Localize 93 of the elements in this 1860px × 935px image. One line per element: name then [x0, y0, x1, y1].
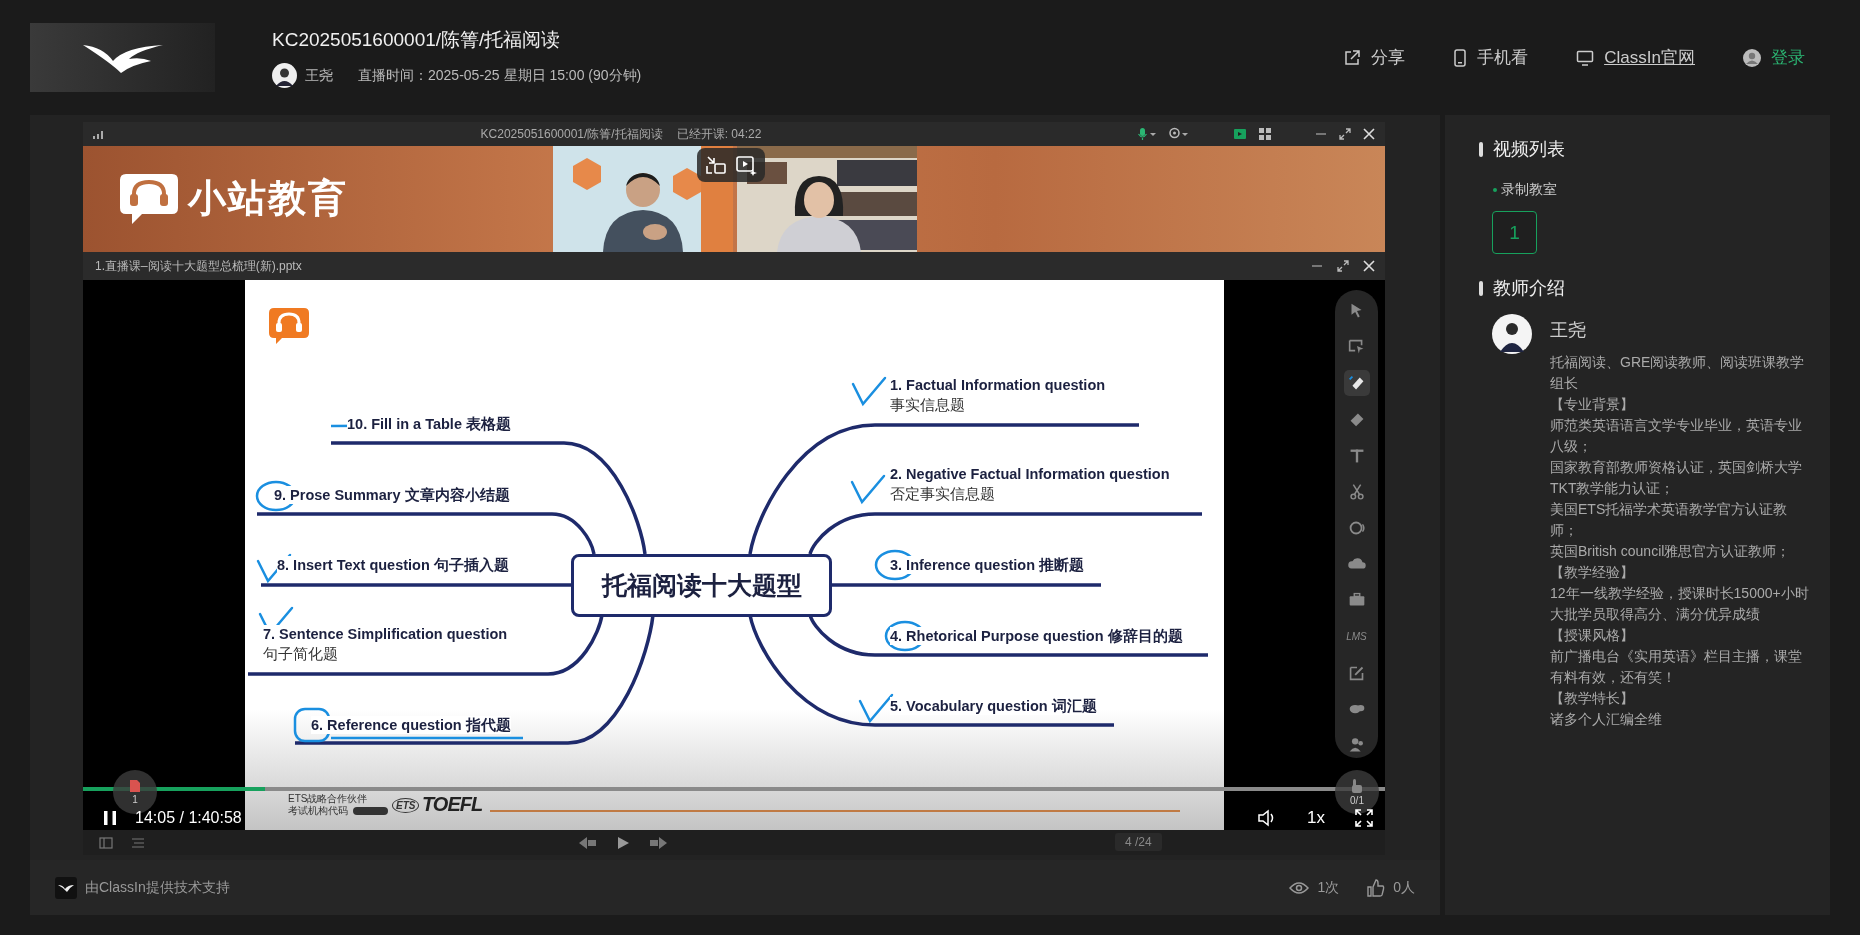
- bio-line: 英国British council雅思官方认证教师；: [1550, 542, 1792, 561]
- mobile-link[interactable]: 手机看: [1477, 46, 1529, 69]
- elapsed-time: 已经开课: 04:22: [676, 125, 762, 143]
- branch-label: 句子简化题: [263, 645, 338, 663]
- code-label: 考试机构代码: [288, 805, 348, 816]
- check-mark-drawing: [851, 376, 887, 407]
- course-title: KC2025051600001/陈箐/托福阅读: [272, 28, 562, 52]
- headset-logo-icon: [268, 307, 310, 345]
- room-label: 录制教室: [1501, 181, 1557, 199]
- credit-text: 由ClassIn提供技术支持: [85, 878, 230, 897]
- branch-label: 7. Sentence Simplification question: [263, 625, 508, 643]
- webcam-icon[interactable]: [1169, 127, 1189, 141]
- document-icon: [129, 779, 141, 793]
- video-part-button[interactable]: 1: [1492, 211, 1537, 254]
- signal-icon: [93, 129, 105, 139]
- branch-label: 事实信息题: [890, 396, 965, 414]
- exam-logo: TOEFL: [422, 793, 483, 815]
- bio-line: 诸多个人汇编全维: [1550, 710, 1663, 729]
- pause-icon: [103, 810, 117, 826]
- check-mark-drawing: [850, 474, 886, 505]
- bio-line: 12年一线教学经验，授课时长15000+小时: [1550, 584, 1810, 603]
- classin-logo-icon: [55, 876, 77, 899]
- branch-label: 5. Vocabulary question 词汇题: [890, 697, 1097, 715]
- bio-line: 大批学员取得高分、满分优异成绩: [1550, 605, 1761, 624]
- hand-icon: [1350, 778, 1364, 794]
- bio-line: 国家教育部教师资格认证，英国剑桥大学TKT教学能力认证；: [1550, 458, 1803, 498]
- monitor-icon: [1576, 48, 1595, 67]
- logo[interactable]: [30, 23, 215, 92]
- code-badge: [353, 807, 388, 815]
- page-counter: 4 /24: [1115, 833, 1162, 851]
- fullscreen-button[interactable]: [1355, 809, 1373, 827]
- view-count: 1次: [1317, 878, 1340, 897]
- bio-line: 【授课风格】: [1550, 626, 1635, 645]
- section-heading: 视频列表: [1493, 138, 1565, 161]
- branch-label: 3. Inference question 推断题: [890, 556, 1085, 574]
- branch-label: 4. Rhetorical Purpose question 修辞目的题: [890, 627, 1183, 645]
- screen-share-icon[interactable]: [1233, 127, 1247, 141]
- phone-icon: [1453, 48, 1468, 67]
- document-count: 1: [132, 794, 138, 805]
- eye-icon: [1289, 880, 1310, 895]
- close-icon[interactable]: [1363, 260, 1375, 272]
- room-dot: [1493, 188, 1497, 192]
- avatar-icon: [272, 63, 297, 88]
- branch-label: 否定事实信息题: [890, 485, 995, 503]
- partner-text: ETS战略合作伙伴: [288, 793, 368, 804]
- share-icon: [1343, 48, 1362, 67]
- mind-map-center: 托福阅读十大题型: [571, 554, 832, 617]
- close-icon[interactable]: [1363, 128, 1375, 140]
- next-icon[interactable]: [648, 835, 668, 850]
- branch-label: 9. Prose Summary 文章内容小结题: [274, 486, 510, 504]
- hand-raise-bubble[interactable]: 0/1: [1335, 770, 1379, 814]
- restore-icon[interactable]: [1339, 128, 1351, 140]
- teacher-avatar-icon: [1492, 314, 1532, 354]
- share-link[interactable]: 分享: [1371, 46, 1406, 69]
- branch-label: 1. Factual Information question: [890, 376, 1106, 394]
- pause-button[interactable]: [103, 810, 117, 826]
- bio-line: 师范类英语语言文学专业毕业，英语专业八级；: [1550, 416, 1803, 456]
- panel-icon[interactable]: [99, 836, 113, 849]
- pen-tool[interactable]: [1343, 370, 1370, 396]
- room-title: KC2025051600001/陈箐/托福阅读: [480, 125, 663, 143]
- thumbs-up-icon[interactable]: [1367, 878, 1386, 897]
- teacher-name: 王尧: [1550, 319, 1587, 342]
- login-link[interactable]: 登录: [1771, 46, 1805, 69]
- previous-icon[interactable]: [578, 835, 598, 850]
- video-sparkle-icon: [735, 154, 757, 176]
- branch-label: 8. Insert Text question 句子插入题: [277, 556, 509, 574]
- bio-line: 【教学特长】: [1550, 689, 1635, 708]
- brand-name: 小站教育: [188, 175, 348, 221]
- document-title: 1.直播课–阅读十大题型总梳理(新).pptx: [95, 257, 302, 275]
- speed-button[interactable]: 1x: [1307, 808, 1325, 828]
- bio-line: 美国ETS托福学术英语教学官方认证教师；: [1550, 500, 1789, 540]
- section-heading: 教师介绍: [1493, 277, 1565, 300]
- progress-track[interactable]: [83, 787, 1385, 791]
- branch-label: 6. Reference question 指代题: [311, 716, 511, 734]
- lms-tool[interactable]: LMS: [1343, 624, 1370, 650]
- grid-icon[interactable]: [1259, 128, 1271, 140]
- website-link[interactable]: ClassIn官网: [1604, 46, 1695, 69]
- hand-raise-count: 0/1: [1350, 795, 1364, 806]
- like-count: 0人: [1393, 878, 1415, 897]
- bio-line: 【专业背景】: [1550, 395, 1635, 414]
- host-name: 王尧: [305, 66, 333, 85]
- play-icon[interactable]: [616, 835, 630, 850]
- bio-line: 托福阅读、GRE阅读教师、阅读班课教学组长: [1550, 353, 1806, 393]
- fullscreen-icon: [1355, 809, 1373, 827]
- shrink-window-icon: [705, 154, 727, 176]
- bio-line: 【教学经验】: [1550, 563, 1635, 582]
- bio-line: 前广播电台《实用英语》栏目主播，课堂有料有效，还有笑！: [1550, 647, 1803, 687]
- user-avatar-icon: [1743, 48, 1761, 67]
- microphone-icon[interactable]: [1137, 127, 1157, 141]
- branch-label: 10. Fill in a Table 表格题: [347, 415, 511, 433]
- schedule-text: 直播时间：2025-05-25 星期日 15:00 (90分钟): [358, 66, 642, 85]
- branch-label: 2. Negative Factual Information question: [890, 465, 1170, 483]
- restore-icon[interactable]: [1337, 260, 1349, 272]
